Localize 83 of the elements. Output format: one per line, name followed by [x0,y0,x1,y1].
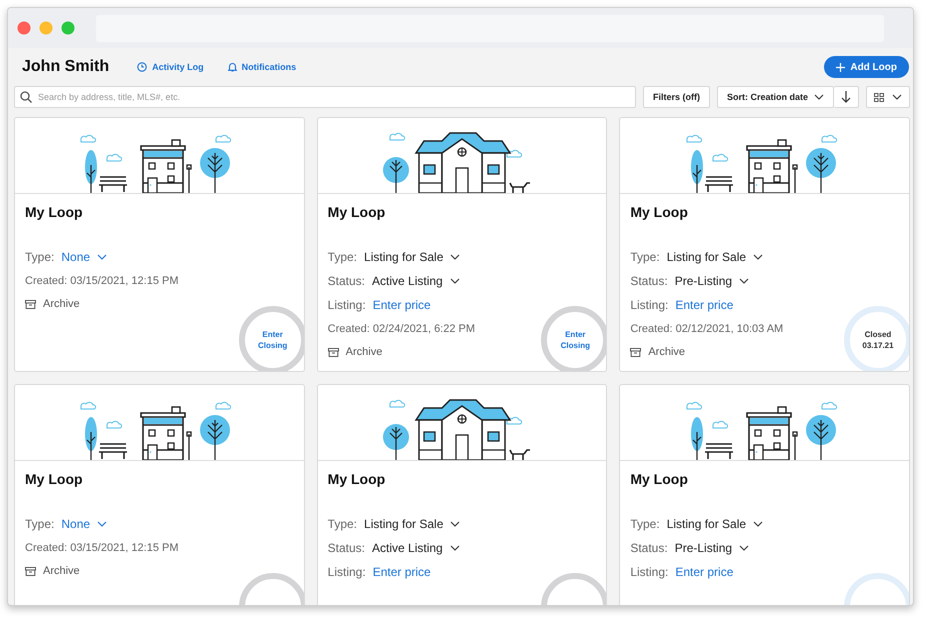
loop-card[interactable]: My Loop Type: None Created: 03/15/2021, 12:15 PM Archive [14,384,305,605]
add-loop-button[interactable]: Add Loop [824,56,909,78]
caret-icon [739,545,750,551]
field-dropdown[interactable]: Listing for Sale [666,249,764,265]
field-dropdown[interactable]: None [61,516,108,532]
caret-icon [450,254,460,260]
field-dropdown[interactable]: None [61,249,108,265]
loop-card[interactable]: My Loop Type: Listing for Sale Status: Pre-Listing Listing: Enter price [619,384,910,605]
view-toggle-button[interactable] [866,86,910,108]
caret-icon [97,521,108,527]
loop-card[interactable]: My Loop Type: Listing for Sale Status: Active Listing Listing: Enter price [316,384,608,605]
caret-icon [450,521,460,527]
arrow-down-icon [841,91,851,103]
archive-box-icon [328,348,339,356]
grid-icon [874,92,884,102]
field-label: Status: [630,273,668,289]
field-label: Type: [25,516,54,532]
field-label: Status: [630,540,668,556]
field-label: Type: [328,249,358,265]
field-link[interactable]: Enter price [675,564,734,580]
field-dropdown[interactable]: Listing for Sale [666,516,764,532]
created-date: Created: 03/15/2021, 12:15 PM [25,541,178,556]
sort-dropdown[interactable]: Sort: Creation date [716,86,834,108]
closing-badge[interactable]: Closed 03.17.21 [844,306,909,371]
created-date: Created: 02/12/2021, 10:03 AM [630,322,784,337]
caret-icon [739,278,750,284]
archive-link[interactable]: Archive [630,345,686,359]
field-link[interactable]: Enter price [372,297,431,313]
caret-icon [97,254,108,260]
field-label: Type: [25,249,54,265]
archive-box-icon [630,348,642,356]
field-label: Status: [328,273,366,289]
header-link[interactable]: Activity Log [137,62,204,72]
loop-title[interactable]: My Loop [25,204,294,221]
field-link[interactable]: Enter price [372,564,431,580]
caret-icon [450,545,460,551]
field-label: Listing: [630,564,668,580]
user-name: John Smith [22,58,110,76]
archive-link[interactable]: Archive [25,564,80,578]
sort-direction-button[interactable] [834,86,859,108]
field-label: Status: [328,540,366,556]
created-date: Created: 03/15/2021, 12:15 PM [25,274,178,289]
field-link[interactable]: Enter price [675,297,734,313]
archive-link[interactable]: Archive [328,345,382,359]
bell-icon [228,62,237,72]
filters-button[interactable]: Filters (off) [642,86,710,108]
archive-link[interactable]: Archive [25,297,80,311]
field-dropdown[interactable]: Listing for Sale [364,516,460,532]
search-field[interactable]: Search by address, title, MLS#, etc. [14,86,636,108]
field-label: Listing: [630,297,668,313]
field-label: Listing: [328,564,366,580]
loop-card[interactable]: My Loop Type: Listing for Sale Status: Active Listing Listing: Enter price Created: 02/24/2021, 6:22 PM Archive Enter Closing [316,117,608,372]
field-label: Type: [630,516,660,532]
loop-card[interactable]: My Loop Type: Listing for Sale Status: Pre-Listing Listing: Enter price Created: 02/12/2021, 10:03 AM Archive Closed 03.17.21 [619,117,910,372]
clock-icon [137,62,148,72]
caret-icon [450,278,460,284]
loop-title[interactable]: My Loop [630,204,899,221]
header-link[interactable]: Notifications [228,62,296,72]
field-dropdown[interactable]: Listing for Sale [364,249,460,265]
loop-title[interactable]: My Loop [328,204,596,221]
archive-box-icon [25,300,36,308]
search-icon [20,91,32,103]
field-dropdown[interactable]: Active Listing [372,540,460,556]
created-date: Created: 02/24/2021, 6:22 PM [328,322,476,337]
caret-icon [814,94,824,100]
caret-icon [753,254,764,260]
field-label: Type: [630,249,660,265]
loop-title[interactable]: My Loop [630,471,899,488]
loop-title[interactable]: My Loop [25,471,294,488]
closing-badge[interactable]: Enter Closing [238,306,304,371]
field-dropdown[interactable]: Pre-Listing [674,540,750,556]
plus-icon [836,62,846,72]
closing-badge[interactable]: Enter Closing [541,306,606,371]
field-label: Type: [328,516,358,532]
window-controls-icon[interactable] [17,21,77,35]
loop-title[interactable]: My Loop [328,471,596,488]
field-label: Listing: [328,297,366,313]
field-dropdown[interactable]: Pre-Listing [674,273,750,289]
archive-box-icon [25,566,36,576]
field-dropdown[interactable]: Active Listing [372,273,460,289]
caret-icon [753,521,764,527]
caret-icon [892,94,902,100]
loop-card[interactable]: My Loop Type: None Created: 03/15/2021, 12:15 PM Archive Enter Closing [14,117,305,372]
